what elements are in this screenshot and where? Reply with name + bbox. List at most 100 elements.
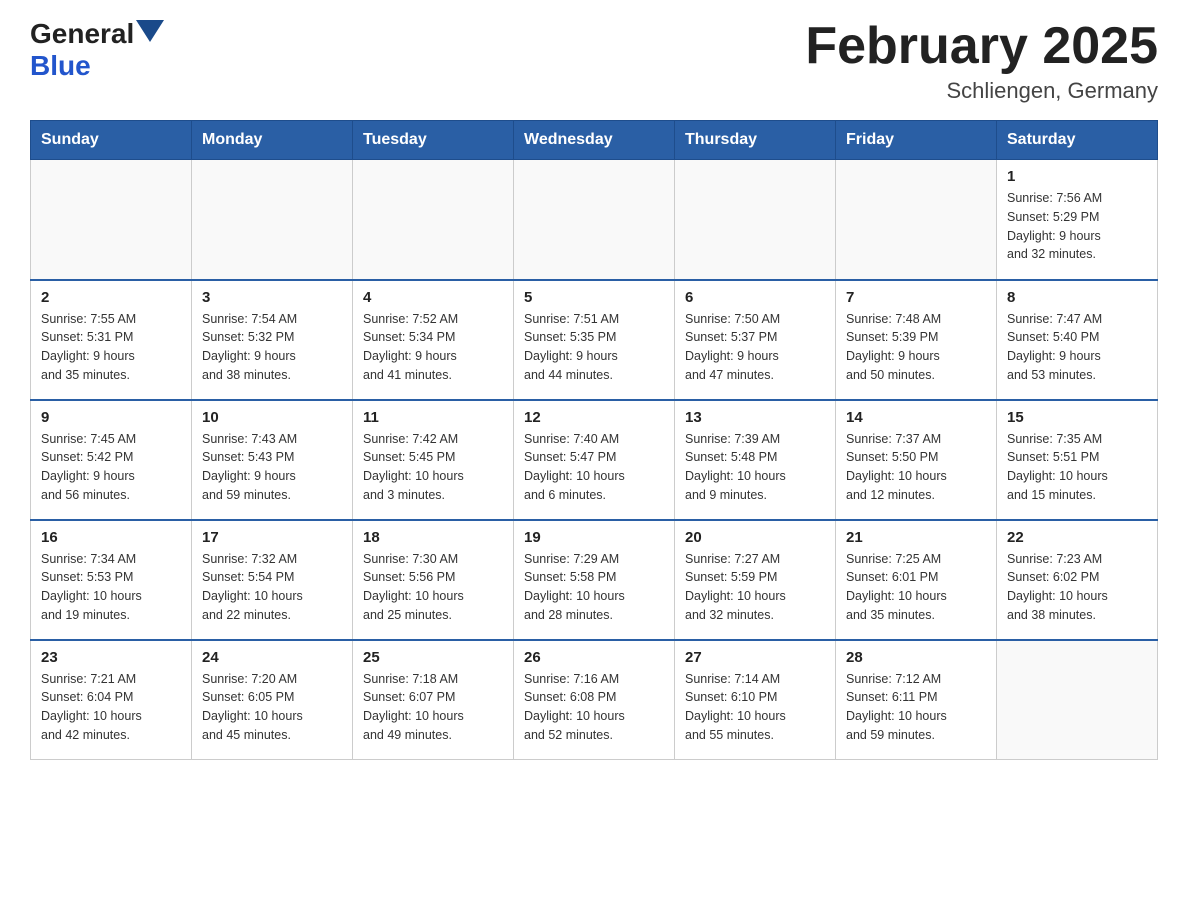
logo: General Blue (30, 20, 164, 82)
table-row: 1 Sunrise: 7:56 AM Sunset: 5:29 PM Daylig… (997, 160, 1158, 280)
col-tuesday: Tuesday (353, 121, 514, 160)
table-row: 27 Sunrise: 7:14 AM Sunset: 6:10 PM Dayli… (675, 640, 836, 760)
day-number: 5 (524, 289, 664, 306)
table-row: 14 Sunrise: 7:37 AM Sunset: 5:50 PM Dayli… (836, 400, 997, 520)
day-number: 10 (202, 409, 342, 426)
table-row: 23 Sunrise: 7:21 AM Sunset: 6:04 PM Dayli… (31, 640, 192, 760)
table-row: 18 Sunrise: 7:30 AM Sunset: 5:56 PM Dayli… (353, 520, 514, 640)
table-row: 19 Sunrise: 7:29 AM Sunset: 5:58 PM Dayli… (514, 520, 675, 640)
day-number: 18 (363, 529, 503, 546)
table-row (192, 160, 353, 280)
day-info: Sunrise: 7:30 AM Sunset: 5:56 PM Dayligh… (363, 550, 503, 625)
day-info: Sunrise: 7:32 AM Sunset: 5:54 PM Dayligh… (202, 550, 342, 625)
day-number: 17 (202, 529, 342, 546)
table-row (836, 160, 997, 280)
day-info: Sunrise: 7:18 AM Sunset: 6:07 PM Dayligh… (363, 670, 503, 745)
page-header: General Blue February 2025 Schliengen, G… (30, 20, 1158, 104)
logo-blue-text: Blue (30, 50, 91, 82)
day-number: 13 (685, 409, 825, 426)
day-info: Sunrise: 7:45 AM Sunset: 5:42 PM Dayligh… (41, 430, 181, 505)
table-row: 28 Sunrise: 7:12 AM Sunset: 6:11 PM Dayli… (836, 640, 997, 760)
day-number: 25 (363, 649, 503, 666)
table-row: 16Sunrise: 7:34 AM Sunset: 5:53 PM Dayli… (31, 520, 192, 640)
day-number: 2 (41, 289, 181, 306)
table-row: 6 Sunrise: 7:50 AM Sunset: 5:37 PM Daylig… (675, 280, 836, 400)
table-row: 22 Sunrise: 7:23 AM Sunset: 6:02 PM Dayli… (997, 520, 1158, 640)
calendar-table: Sunday Monday Tuesday Wednesday Thursday… (30, 120, 1158, 760)
day-info: Sunrise: 7:29 AM Sunset: 5:58 PM Dayligh… (524, 550, 664, 625)
day-info: Sunrise: 7:23 AM Sunset: 6:02 PM Dayligh… (1007, 550, 1147, 625)
table-row: 4 Sunrise: 7:52 AM Sunset: 5:34 PM Daylig… (353, 280, 514, 400)
table-row: 5 Sunrise: 7:51 AM Sunset: 5:35 PM Daylig… (514, 280, 675, 400)
day-info: Sunrise: 7:12 AM Sunset: 6:11 PM Dayligh… (846, 670, 986, 745)
day-info: Sunrise: 7:25 AM Sunset: 6:01 PM Dayligh… (846, 550, 986, 625)
col-saturday: Saturday (997, 121, 1158, 160)
day-info: Sunrise: 7:47 AM Sunset: 5:40 PM Dayligh… (1007, 310, 1147, 385)
table-row: 15 Sunrise: 7:35 AM Sunset: 5:51 PM Dayli… (997, 400, 1158, 520)
col-sunday: Sunday (31, 121, 192, 160)
day-info: Sunrise: 7:54 AM Sunset: 5:32 PM Dayligh… (202, 310, 342, 385)
day-info: Sunrise: 7:27 AM Sunset: 5:59 PM Dayligh… (685, 550, 825, 625)
table-row: 11Sunrise: 7:42 AM Sunset: 5:45 PM Dayli… (353, 400, 514, 520)
table-row: 10Sunrise: 7:43 AM Sunset: 5:43 PM Dayli… (192, 400, 353, 520)
table-row (514, 160, 675, 280)
day-info: Sunrise: 7:21 AM Sunset: 6:04 PM Dayligh… (41, 670, 181, 745)
day-number: 3 (202, 289, 342, 306)
table-row: 8Sunrise: 7:47 AM Sunset: 5:40 PM Daylig… (997, 280, 1158, 400)
table-row: 20 Sunrise: 7:27 AM Sunset: 5:59 PM Dayli… (675, 520, 836, 640)
table-row: 13 Sunrise: 7:39 AM Sunset: 5:48 PM Dayli… (675, 400, 836, 520)
day-info: Sunrise: 7:40 AM Sunset: 5:47 PM Dayligh… (524, 430, 664, 505)
table-row: 17 Sunrise: 7:32 AM Sunset: 5:54 PM Dayli… (192, 520, 353, 640)
day-number: 1 (1007, 168, 1147, 185)
table-row (675, 160, 836, 280)
logo-general-text: General (30, 20, 134, 48)
table-row: 9 Sunrise: 7:45 AM Sunset: 5:42 PM Daylig… (31, 400, 192, 520)
day-number: 7 (846, 289, 986, 306)
day-info: Sunrise: 7:50 AM Sunset: 5:37 PM Dayligh… (685, 310, 825, 385)
table-row (353, 160, 514, 280)
day-info: Sunrise: 7:34 AM Sunset: 5:53 PM Dayligh… (41, 550, 181, 625)
day-info: Sunrise: 7:52 AM Sunset: 5:34 PM Dayligh… (363, 310, 503, 385)
location-text: Schliengen, Germany (805, 78, 1158, 104)
month-title: February 2025 (805, 20, 1158, 72)
day-number: 20 (685, 529, 825, 546)
day-number: 4 (363, 289, 503, 306)
calendar-week-row: 16Sunrise: 7:34 AM Sunset: 5:53 PM Dayli… (31, 520, 1158, 640)
day-info: Sunrise: 7:35 AM Sunset: 5:51 PM Dayligh… (1007, 430, 1147, 505)
day-info: Sunrise: 7:56 AM Sunset: 5:29 PM Dayligh… (1007, 189, 1147, 264)
col-monday: Monday (192, 121, 353, 160)
day-number: 28 (846, 649, 986, 666)
col-thursday: Thursday (675, 121, 836, 160)
day-number: 19 (524, 529, 664, 546)
day-number: 9 (41, 409, 181, 426)
day-info: Sunrise: 7:55 AM Sunset: 5:31 PM Dayligh… (41, 310, 181, 385)
table-row: 24Sunrise: 7:20 AM Sunset: 6:05 PM Dayli… (192, 640, 353, 760)
col-wednesday: Wednesday (514, 121, 675, 160)
table-row: 26Sunrise: 7:16 AM Sunset: 6:08 PM Dayli… (514, 640, 675, 760)
day-number: 27 (685, 649, 825, 666)
table-row: 12 Sunrise: 7:40 AM Sunset: 5:47 PM Dayli… (514, 400, 675, 520)
day-number: 15 (1007, 409, 1147, 426)
calendar-week-row: 2 Sunrise: 7:55 AM Sunset: 5:31 PM Daylig… (31, 280, 1158, 400)
day-info: Sunrise: 7:48 AM Sunset: 5:39 PM Dayligh… (846, 310, 986, 385)
day-number: 21 (846, 529, 986, 546)
day-number: 23 (41, 649, 181, 666)
day-number: 11 (363, 409, 503, 426)
day-number: 24 (202, 649, 342, 666)
day-info: Sunrise: 7:51 AM Sunset: 5:35 PM Dayligh… (524, 310, 664, 385)
table-row: 25 Sunrise: 7:18 AM Sunset: 6:07 PM Dayli… (353, 640, 514, 760)
day-info: Sunrise: 7:37 AM Sunset: 5:50 PM Dayligh… (846, 430, 986, 505)
calendar-week-row: 9 Sunrise: 7:45 AM Sunset: 5:42 PM Daylig… (31, 400, 1158, 520)
calendar-week-row: 1 Sunrise: 7:56 AM Sunset: 5:29 PM Daylig… (31, 160, 1158, 280)
col-friday: Friday (836, 121, 997, 160)
day-info: Sunrise: 7:14 AM Sunset: 6:10 PM Dayligh… (685, 670, 825, 745)
day-number: 22 (1007, 529, 1147, 546)
table-row: 21 Sunrise: 7:25 AM Sunset: 6:01 PM Dayli… (836, 520, 997, 640)
table-row (997, 640, 1158, 760)
title-block: February 2025 Schliengen, Germany (805, 20, 1158, 104)
day-number: 26 (524, 649, 664, 666)
day-number: 14 (846, 409, 986, 426)
day-number: 6 (685, 289, 825, 306)
day-number: 12 (524, 409, 664, 426)
day-info: Sunrise: 7:39 AM Sunset: 5:48 PM Dayligh… (685, 430, 825, 505)
